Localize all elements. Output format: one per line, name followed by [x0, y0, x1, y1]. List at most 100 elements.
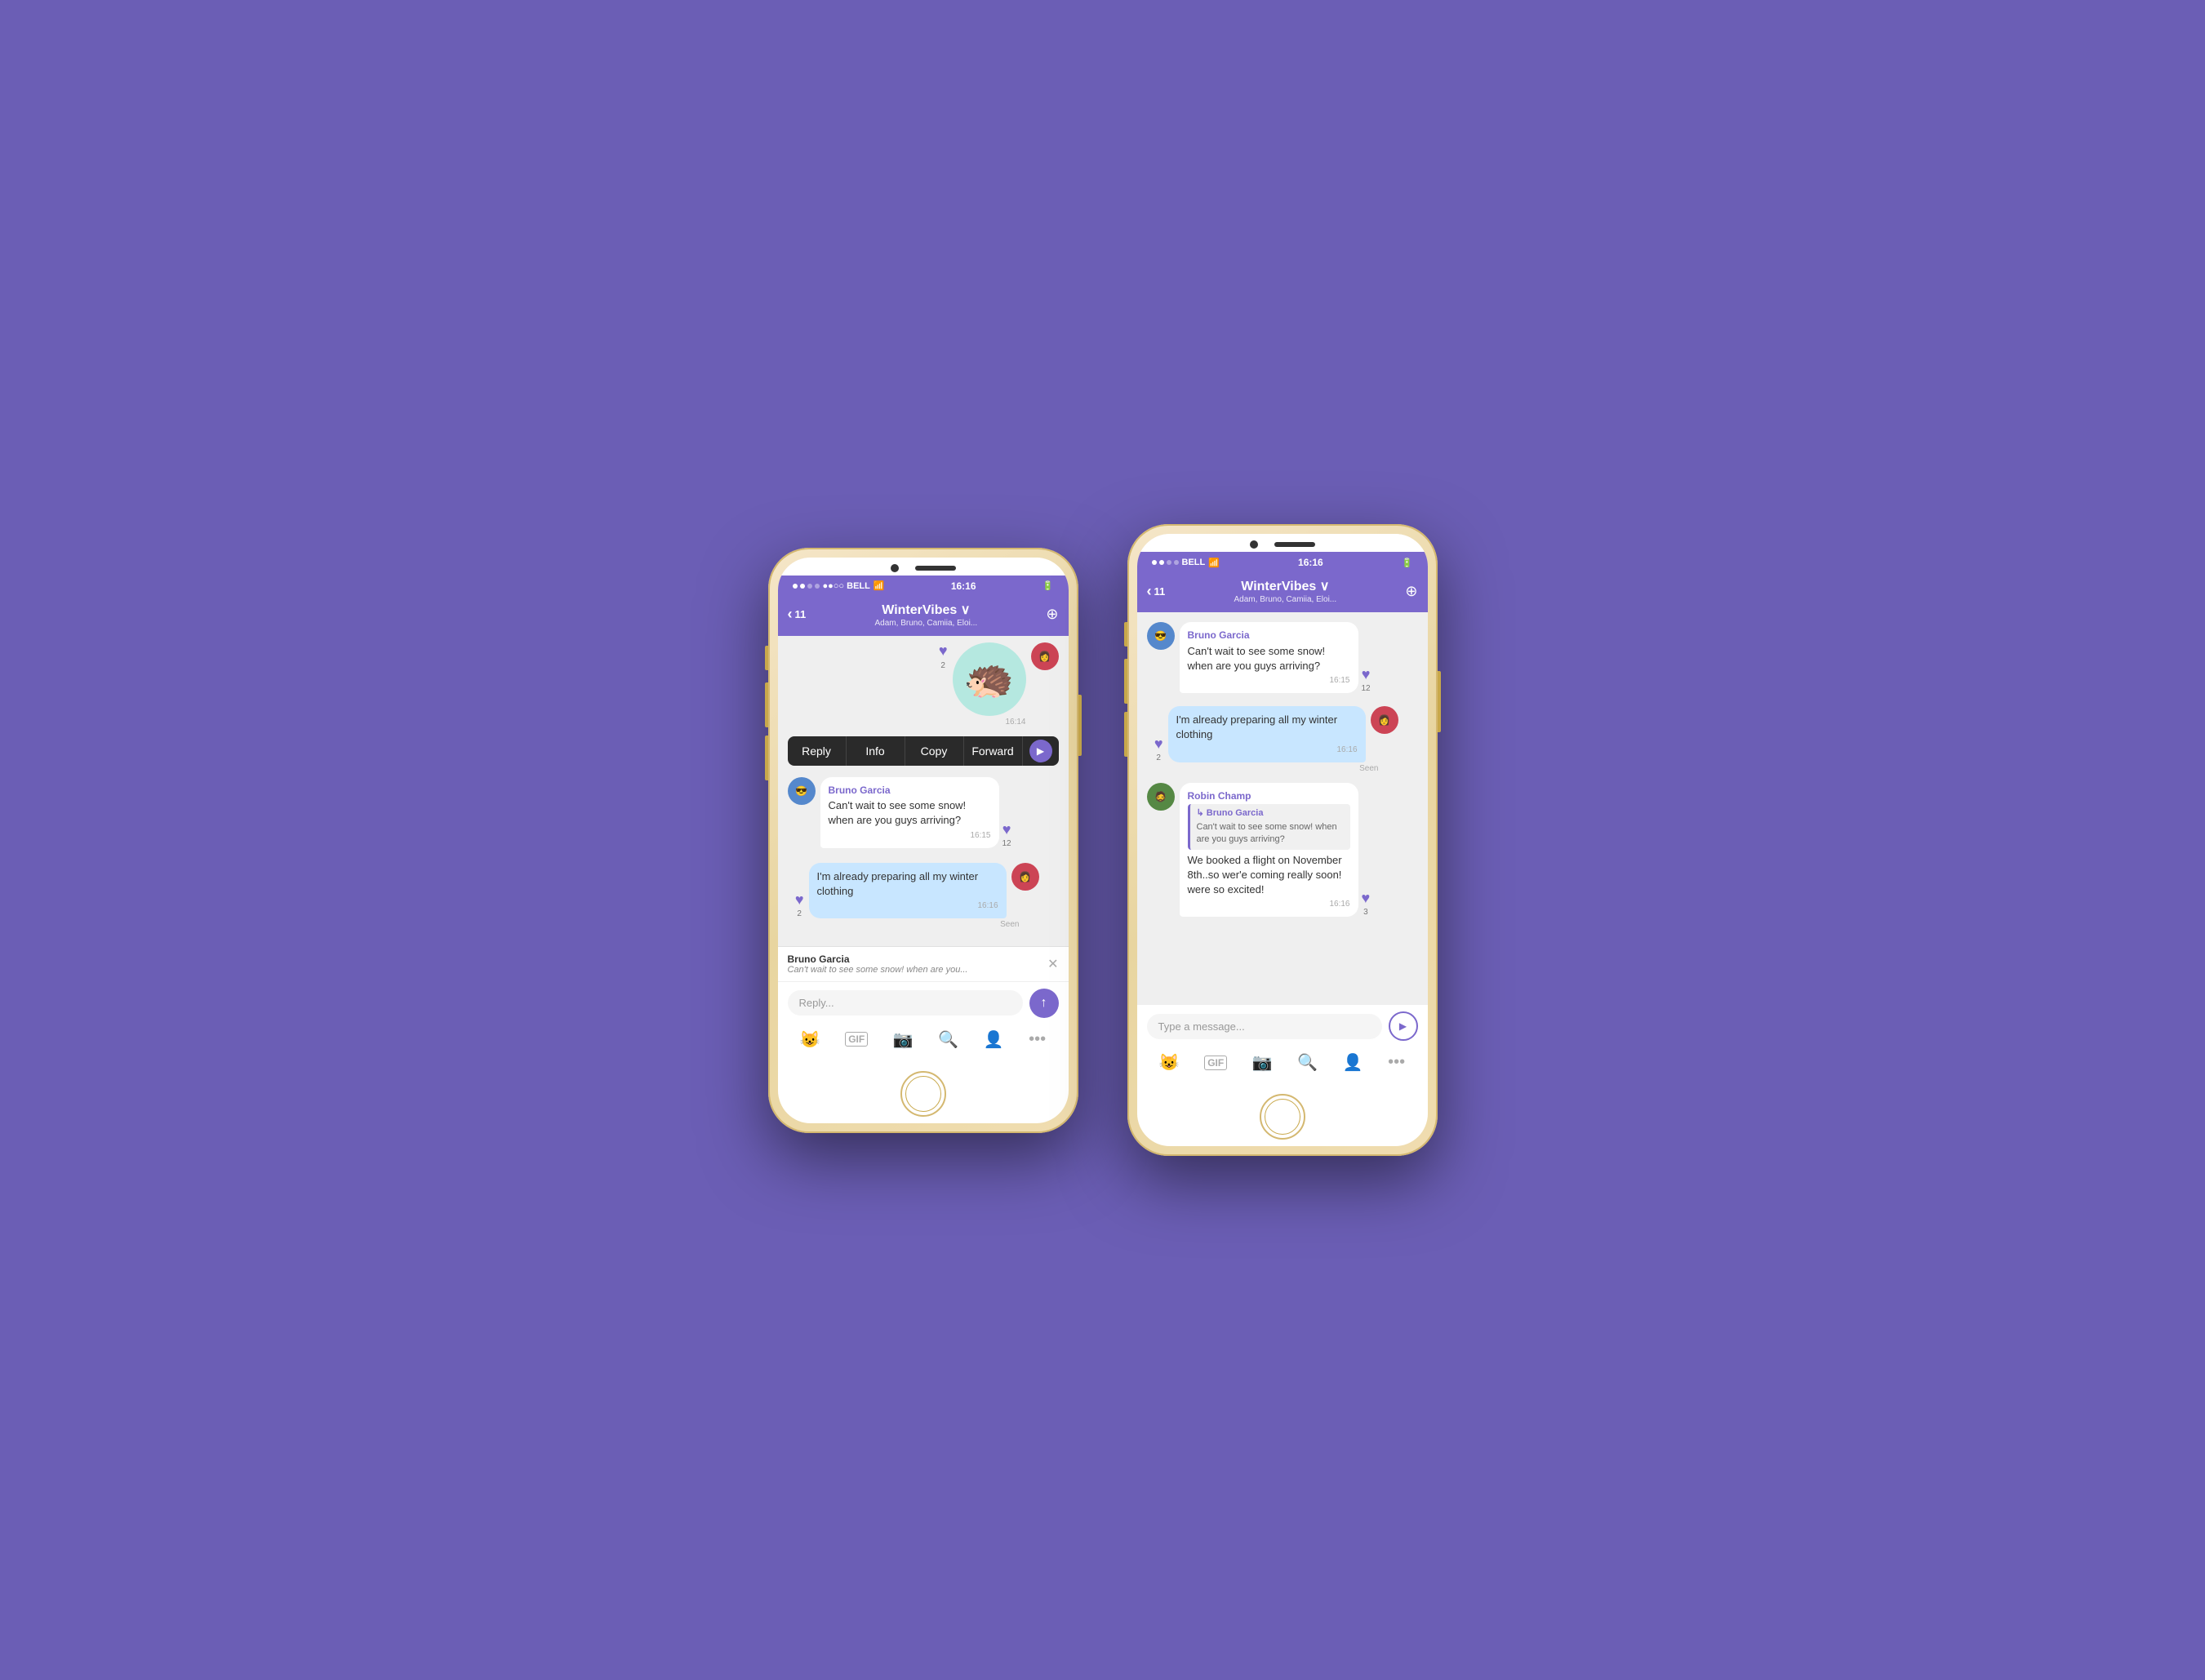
- heart-icon-2-3[interactable]: ♥: [1362, 890, 1371, 907]
- outgoing-content-2: ♥ 2 I'm already preparing all my winter …: [1154, 706, 1418, 762]
- gif-toolbar-icon-2[interactable]: GIF: [1204, 1056, 1227, 1070]
- bubble-time-2-2: 16:16: [1176, 744, 1358, 756]
- dot2-2: [1159, 560, 1164, 565]
- home-button-inner-2: [1265, 1099, 1300, 1135]
- bubble-time-2-3: 16:16: [1188, 899, 1350, 910]
- battery-icon-1: 🔋: [1042, 580, 1054, 591]
- seen-label-1: Seen: [1000, 920, 1019, 929]
- reply-bar-name-1: Bruno Garcia: [788, 953, 1048, 965]
- back-count-1: 11: [795, 608, 807, 620]
- bruno-face-2: 😎: [1154, 630, 1167, 642]
- speaker-2: [1274, 542, 1315, 547]
- reply-button[interactable]: Reply: [788, 736, 847, 766]
- heart-icon-2-1[interactable]: ♥: [1362, 666, 1371, 683]
- sticker-like: ♥ 2: [939, 642, 948, 670]
- more-toolbar-icon-2[interactable]: •••: [1388, 1053, 1405, 1072]
- like-count-2-3: 3: [1363, 908, 1368, 917]
- bubble-2-3[interactable]: Robin Champ ↳ Bruno Garcia Can't wait to…: [1180, 783, 1358, 918]
- bubble-time-2-1: 16:15: [1188, 675, 1350, 687]
- back-arrow-icon-1[interactable]: ‹: [788, 606, 793, 623]
- play-button[interactable]: ▶: [1029, 740, 1052, 762]
- home-button-2[interactable]: [1260, 1094, 1305, 1140]
- bubble-1[interactable]: Bruno Garcia Can't wait to see some snow…: [820, 777, 999, 848]
- chat-subtitle-1: Adam, Bruno, Camiia, Eloi...: [806, 619, 1046, 628]
- side-button-1: [765, 646, 768, 670]
- sticker-toolbar-icon-2[interactable]: 😺: [1159, 1052, 1180, 1073]
- home-button-1[interactable]: [900, 1071, 946, 1117]
- bubble-time-2: 16:16: [817, 900, 998, 912]
- message-input-1[interactable]: Reply...: [788, 990, 1023, 1016]
- message-input-2[interactable]: Type a message...: [1147, 1014, 1382, 1039]
- like-count-2: 2: [797, 909, 802, 918]
- header-center-1: WinterVibes ∨ Adam, Bruno, Camiia, Eloi.…: [806, 602, 1046, 628]
- chat-title-2[interactable]: WinterVibes ∨: [1165, 578, 1405, 594]
- bubble-text-2-3: We booked a flight on November 8th..so w…: [1188, 853, 1350, 898]
- sticker-toolbar-icon-1[interactable]: 😺: [800, 1029, 820, 1050]
- sticker-emoji: 🦔: [963, 655, 1014, 703]
- reply-bar-text-1: Can't wait to see some snow! when are yo…: [788, 965, 1048, 975]
- dot2-4: [1174, 560, 1179, 565]
- add-user-icon-1[interactable]: ⊕: [1046, 606, 1058, 623]
- heart-icon-1[interactable]: ♥: [1002, 821, 1011, 838]
- message-avatar-bruno-2: 😎: [1147, 622, 1175, 650]
- gif-toolbar-icon-1[interactable]: GIF: [845, 1032, 868, 1047]
- camera-toolbar-icon-2[interactable]: 📷: [1252, 1052, 1273, 1073]
- carrier-label-1: ●●○○ BELL: [823, 581, 870, 591]
- info-button[interactable]: Info: [847, 736, 905, 766]
- carrier-label-2: BELL: [1182, 558, 1206, 567]
- send-button-2[interactable]: ▶: [1389, 1011, 1418, 1041]
- heart-icon-2[interactable]: ♥: [795, 891, 804, 909]
- camera-toolbar-icon-1[interactable]: 📷: [893, 1029, 914, 1050]
- bubble-2-1[interactable]: Bruno Garcia Can't wait to see some snow…: [1180, 622, 1358, 693]
- header-right-2: ⊕: [1405, 583, 1417, 600]
- heart-icon-2-2[interactable]: ♥: [1154, 736, 1163, 753]
- bubble-text-1: Can't wait to see some snow! when are yo…: [829, 798, 991, 828]
- reply-bar-close-1[interactable]: ✕: [1047, 956, 1058, 972]
- camera-2: [1250, 540, 1258, 549]
- seen-label-2: Seen: [1359, 764, 1378, 773]
- battery-icon-2: 🔋: [1402, 558, 1413, 568]
- profile-toolbar-icon-2[interactable]: 👤: [1343, 1052, 1363, 1073]
- bubble-2-2[interactable]: I'm already preparing all my winter clot…: [1168, 706, 1366, 762]
- back-arrow-icon-2[interactable]: ‹: [1147, 583, 1152, 600]
- side-button-3: [765, 736, 768, 780]
- search-toolbar-icon-1[interactable]: 🔍: [938, 1029, 958, 1050]
- dot2: [800, 584, 805, 589]
- side-button-2-3: [1124, 712, 1127, 757]
- time-2: 16:16: [1298, 557, 1323, 568]
- outgoing-face-2: 👩: [1378, 714, 1390, 726]
- heart-icon-sticker[interactable]: ♥: [939, 642, 948, 660]
- header-right-1: ⊕: [1046, 606, 1058, 623]
- add-user-icon-2[interactable]: ⊕: [1405, 583, 1417, 600]
- time-1: 16:16: [951, 580, 976, 592]
- send-button-1[interactable]: ↑: [1029, 989, 1059, 1018]
- reply-to-name: Bruno Garcia: [1207, 808, 1264, 818]
- phone-1: ●●○○ BELL 📶 16:16 🔋 ‹ 11 WinterVibes ∨ A…: [768, 548, 1078, 1133]
- side-button-2-2: [1124, 659, 1127, 704]
- more-toolbar-icon-1[interactable]: •••: [1029, 1030, 1046, 1049]
- chat-area-2: 😎 Bruno Garcia Can't wait to see some sn…: [1137, 612, 1428, 1004]
- bubble-text-2-2: I'm already preparing all my winter clot…: [1176, 713, 1358, 742]
- back-button-2[interactable]: ‹ 11: [1147, 583, 1166, 600]
- copy-button[interactable]: Copy: [905, 736, 964, 766]
- bubble-2[interactable]: I'm already preparing all my winter clot…: [809, 863, 1007, 918]
- toolbar-2: 😺 GIF 📷 🔍 👤 •••: [1137, 1047, 1428, 1081]
- side-button-2-right: [1438, 671, 1441, 732]
- profile-toolbar-icon-1[interactable]: 👤: [984, 1029, 1004, 1050]
- signal-dots-1: [793, 584, 820, 589]
- like-count-2-2: 2: [1156, 753, 1161, 762]
- forward-button[interactable]: Forward: [964, 736, 1023, 766]
- search-toolbar-icon-2[interactable]: 🔍: [1297, 1052, 1318, 1073]
- outgoing-row-1: ♥ 2 I'm already preparing all my winter …: [788, 863, 1059, 929]
- speaker-1: [915, 566, 956, 571]
- sticker-sender-avatar: 👩: [1031, 642, 1059, 670]
- bubble-sender-2-3: Robin Champ: [1188, 789, 1350, 803]
- reply-quote-text: Can't wait to see some snow! when are yo…: [1197, 821, 1344, 847]
- side-button-right: [1078, 695, 1082, 756]
- back-button-1[interactable]: ‹ 11: [788, 606, 807, 623]
- message-content-2-1: Bruno Garcia Can't wait to see some snow…: [1180, 622, 1418, 693]
- like-badge-2: ♥ 2: [795, 891, 804, 918]
- chat-title-1[interactable]: WinterVibes ∨: [806, 602, 1046, 618]
- message-avatar-bruno-1: 😎: [788, 777, 816, 805]
- wifi-icon-1: 📶: [874, 580, 885, 591]
